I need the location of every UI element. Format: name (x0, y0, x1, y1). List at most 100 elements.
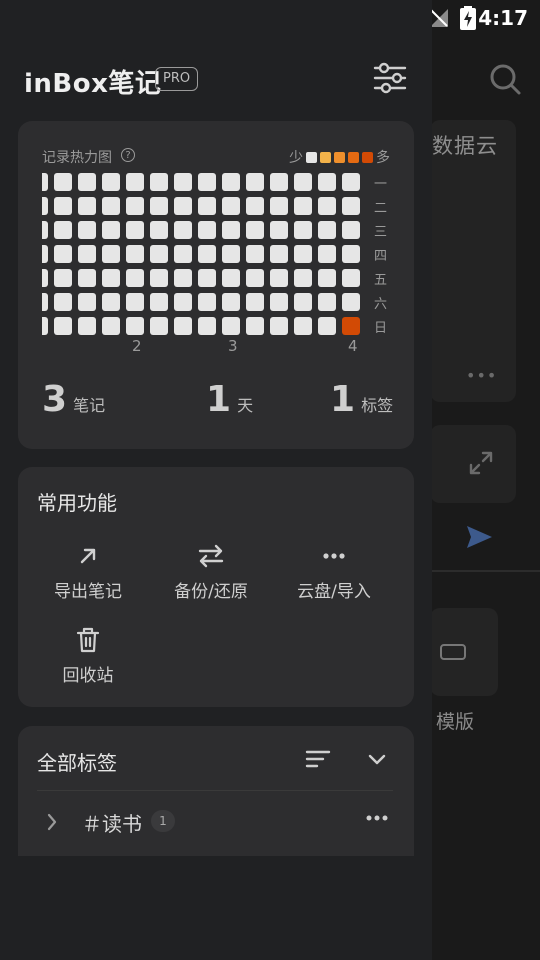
day-label: 二 (374, 201, 388, 216)
recycle-bin-button[interactable]: 回收站 (28, 625, 148, 686)
heatmap-cell (174, 221, 192, 239)
heatmap-cell (126, 221, 144, 239)
pro-badge[interactable]: PRO (155, 67, 199, 91)
heatmap-cell (102, 317, 120, 335)
heatmap-cell (174, 269, 192, 287)
template-icon (440, 644, 466, 660)
heatmap-cell (342, 173, 360, 191)
heatmap-cell (54, 293, 72, 311)
send-icon[interactable] (464, 522, 494, 552)
heatmap-cell (150, 221, 168, 239)
heatmap-cell (78, 293, 96, 311)
more-dots-icon (323, 553, 345, 559)
legend-swatch (306, 151, 317, 163)
heatmap-card: 记录热力图 ? 少 多 一 二 三 四 五 六 日 2 3 4 3 笔记 1 天 (18, 121, 414, 449)
heatmap-cell (342, 245, 360, 263)
sort-icon[interactable] (305, 748, 331, 770)
heatmap-cell (42, 317, 48, 335)
legend-swatch (348, 151, 359, 163)
stat-days: 1 天 (206, 379, 253, 420)
heatmap-cell (246, 317, 264, 335)
heatmap-cell (318, 245, 336, 263)
legend-swatch (362, 151, 373, 163)
section-title: 常用功能 (37, 491, 117, 515)
heatmap-cell (222, 245, 240, 263)
expand-icon[interactable] (468, 450, 494, 476)
heatmap-cell (78, 245, 96, 263)
common-functions-card: 常用功能 导出笔记 备份/还原 云盘/导入 回收站 (18, 467, 414, 707)
heatmap-cell (270, 221, 288, 239)
heatmap-cell (294, 173, 312, 191)
heatmap-cell (198, 293, 216, 311)
cloud-import-button[interactable]: 云盘/导入 (274, 541, 394, 602)
heatmap-cell (102, 197, 120, 215)
clock: 4:17 (478, 6, 528, 30)
heatmap-cell (54, 221, 72, 239)
heatmap-title: 记录热力图 (42, 150, 112, 166)
heatmap-cell (222, 197, 240, 215)
heatmap-cell (78, 317, 96, 335)
heatmap-cell (222, 173, 240, 191)
heatmap-cell (294, 317, 312, 335)
heatmap-cell (150, 317, 168, 335)
heatmap-cell (294, 245, 312, 263)
heatmap-cell (54, 197, 72, 215)
heatmap-cell (198, 269, 216, 287)
heatmap-cell (150, 269, 168, 287)
heatmap-cell (54, 173, 72, 191)
heatmap-cell (246, 269, 264, 287)
heatmap-cell (270, 269, 288, 287)
stat-tags: 1 标签 (330, 379, 393, 420)
month-label: 4 (348, 337, 358, 355)
heatmap-cell (174, 197, 192, 215)
stat-notes: 3 笔记 (42, 379, 105, 420)
trash-icon (76, 627, 100, 653)
stat-unit: 天 (237, 396, 254, 415)
legend-less-label: 少 (289, 150, 303, 166)
heatmap-cell (126, 245, 144, 263)
search-icon[interactable] (488, 62, 522, 96)
heatmap-cell (198, 221, 216, 239)
chevron-down-icon[interactable] (367, 750, 387, 768)
chevron-right-icon[interactable] (46, 812, 58, 832)
heatmap-cell (318, 197, 336, 215)
tag-item-reading[interactable]: ＃读书 1 (18, 802, 414, 842)
export-notes-button[interactable]: 导出笔记 (28, 541, 148, 602)
heatmap-cell (222, 317, 240, 335)
all-tags-card: 全部标签 ＃读书 1 (18, 726, 414, 856)
stat-value: 1 (330, 379, 356, 420)
heatmap-cell (54, 269, 72, 287)
template-label: 模版 (436, 711, 475, 733)
heatmap-cell (174, 173, 192, 191)
backup-restore-button[interactable]: 备份/还原 (151, 541, 271, 602)
heatmap-cell (222, 221, 240, 239)
heatmap-cell (246, 293, 264, 311)
stat-value: 1 (206, 379, 232, 420)
heatmap-cell (342, 293, 360, 311)
heatmap-grid (42, 172, 372, 336)
arrow-up-right-icon (80, 548, 96, 564)
day-label: 六 (374, 297, 388, 312)
heatmap-cell (78, 197, 96, 215)
help-icon[interactable]: ? (121, 148, 135, 162)
heatmap-cell (294, 221, 312, 239)
day-label: 五 (374, 273, 388, 288)
heatmap-cell (318, 293, 336, 311)
more-dots-icon[interactable] (366, 814, 388, 822)
divider (37, 790, 393, 791)
heatmap-cell (126, 197, 144, 215)
heatmap-cell (342, 317, 360, 335)
heatmap-cell (78, 221, 96, 239)
day-label: 三 (374, 225, 388, 240)
heatmap-cell (150, 293, 168, 311)
day-label: 一 (374, 177, 388, 192)
heatmap-cell (246, 197, 264, 215)
more-dots-icon[interactable]: ••• (466, 366, 497, 385)
stat-unit: 标签 (361, 396, 394, 415)
backup-restore-label: 备份/还原 (174, 582, 248, 602)
background-note-card[interactable] (430, 120, 516, 402)
heatmap-cell (126, 293, 144, 311)
settings-sliders-icon[interactable] (372, 62, 408, 94)
heatmap-cell (246, 173, 264, 191)
heatmap-cell (126, 317, 144, 335)
